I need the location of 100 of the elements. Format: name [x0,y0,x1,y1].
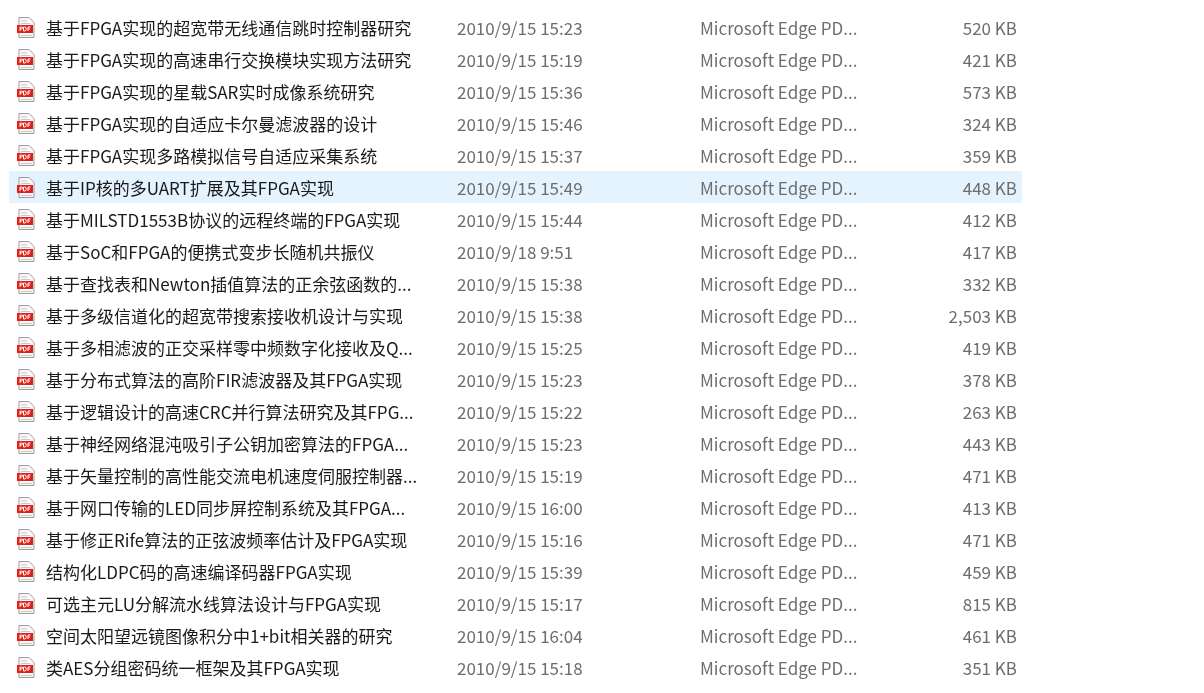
file-type: Microsoft Edge PD... [700,46,859,72]
file-size: 351 KB [961,654,1017,680]
file-size: 332 KB [961,270,1017,296]
file-size: 520 KB [961,14,1017,40]
file-size: 443 KB [961,430,1017,456]
file-type: Microsoft Edge PD... [700,334,859,360]
file-name[interactable]: 基于逻辑设计的高速CRC并行算法研究及其FPG... [46,398,457,424]
file-name[interactable]: 基于网口传输的LED同步屏控制系统及其FPGA... [46,494,457,520]
file-size: 573 KB [961,78,1017,104]
pdf-file-icon [17,176,36,198]
pdf-file-icon [17,112,36,134]
file-type: Microsoft Edge PD... [700,430,859,456]
file-size: 2,503 KB [947,302,1017,328]
file-size: 421 KB [961,46,1017,72]
file-type: Microsoft Edge PD... [700,494,859,520]
pdf-file-icon [17,208,36,230]
file-type: Microsoft Edge PD... [700,462,859,488]
file-size: 461 KB [961,622,1017,648]
date-modified: 2010/9/15 15:25 [457,334,584,360]
date-modified: 2010/9/15 15:22 [457,398,584,424]
date-modified: 2010/9/15 15:19 [457,46,584,72]
pdf-file-icon [17,16,36,38]
file-name[interactable]: 基于神经网络混沌吸引子公钥加密算法的FPGA... [46,430,457,456]
pdf-file-icon [17,464,36,486]
pdf-file-icon [17,240,36,262]
file-size: 815 KB [961,590,1017,616]
date-modified: 2010/9/15 15:18 [457,654,584,680]
pdf-file-icon [17,336,36,358]
date-modified: 2010/9/15 15:39 [457,558,584,584]
date-modified: 2010/9/15 15:38 [457,270,584,296]
date-modified: 2010/9/15 15:36 [457,78,584,104]
file-type: Microsoft Edge PD... [700,142,859,168]
pdf-file-icon [17,304,36,326]
file-name[interactable]: 基于多级信道化的超宽带搜索接收机设计与实现 [46,302,457,328]
file-size: 378 KB [961,366,1017,392]
pdf-file-icon [17,80,36,102]
file-name[interactable]: 基于FPGA实现的自适应卡尔曼滤波器的设计 [46,110,457,136]
file-type: Microsoft Edge PD... [700,398,859,424]
file-type: Microsoft Edge PD... [700,302,859,328]
file-name[interactable]: 结构化LDPC码的高速编译码器FPGA实现 [46,558,457,584]
file-type: Microsoft Edge PD... [700,654,859,680]
file-size: 471 KB [961,462,1017,488]
file-type: Microsoft Edge PD... [700,206,859,232]
date-modified: 2010/9/15 15:23 [457,14,584,40]
file-type: Microsoft Edge PD... [700,14,859,40]
file-name[interactable]: 空间太阳望远镜图像积分中1+bit相关器的研究 [46,622,457,648]
file-name[interactable]: 基于FPGA实现的星载SAR实时成像系统研究 [46,78,457,104]
pdf-file-icon [17,368,36,390]
pdf-file-icon [17,656,36,678]
file-size: 459 KB [961,558,1017,584]
highlighted-file-row[interactable]: 基于IP核的多UART扩展及其FPGA实现 2010/9/15 15:49 Microsoft Edge PD... 448 KB [9,171,1022,203]
date-modified: 2010/9/15 15:16 [457,526,584,552]
file-size: 413 KB [961,494,1017,520]
file-name[interactable]: 基于FPGA实现的超宽带无线通信跳时控制器研究 [46,14,457,40]
file-size: 359 KB [961,142,1017,168]
date-modified: 2010/9/15 15:23 [457,430,584,456]
file-size: 419 KB [961,334,1017,360]
file-name[interactable]: 基于FPGA实现多路模拟信号自适应采集系统 [46,142,457,168]
file-name[interactable]: 基于分布式算法的高阶FIR滤波器及其FPGA实现 [46,366,457,392]
date-modified: 2010/9/15 15:19 [457,462,584,488]
file-name[interactable]: 基于IP核的多UART扩展及其FPGA实现 [46,174,457,200]
file-name[interactable]: 类AES分组密码统一框架及其FPGA实现 [46,654,457,680]
file-name[interactable]: 基于SoC和FPGA的便携式变步长随机共振仪 [46,238,457,264]
file-name[interactable]: 基于MILSTD1553B协议的远程终端的FPGA实现 [46,206,457,232]
date-modified: 2010/9/15 15:49 [457,174,584,200]
file-name[interactable]: 基于多相滤波的正交采样零中频数字化接收及Q... [46,334,457,360]
file-size: 263 KB [961,398,1017,424]
date-modified: 2010/9/15 16:00 [457,494,584,520]
file-size: 471 KB [961,526,1017,552]
date-modified: 2010/9/15 15:46 [457,110,584,136]
file-type: Microsoft Edge PD... [700,238,859,264]
file-type: Microsoft Edge PD... [700,174,859,200]
pdf-file-icon [17,48,36,70]
file-type: Microsoft Edge PD... [700,558,859,584]
file-size: 412 KB [961,206,1017,232]
pdf-file-icon [17,144,36,166]
date-modified: 2010/9/15 15:17 [457,590,584,616]
pdf-file-icon [17,560,36,582]
file-size: 324 KB [961,110,1017,136]
file-name[interactable]: 基于矢量控制的高性能交流电机速度伺服控制器... [46,462,457,488]
file-name[interactable]: 基于查找表和Newton插值算法的正余弦函数的... [46,270,457,296]
date-modified: 2010/9/18 9:51 [457,238,575,264]
file-type: Microsoft Edge PD... [700,270,859,296]
file-size: 448 KB [961,174,1017,200]
date-modified: 2010/9/15 16:04 [457,622,584,648]
file-size: 417 KB [961,238,1017,264]
file-type: Microsoft Edge PD... [700,366,859,392]
file-type: Microsoft Edge PD... [700,590,859,616]
pdf-file-icon [17,432,36,454]
file-name[interactable]: 可选主元LU分解流水线算法设计与FPGA实现 [46,590,457,616]
date-modified: 2010/9/15 15:23 [457,366,584,392]
file-type: Microsoft Edge PD... [700,110,859,136]
pdf-file-icon [17,400,36,422]
pdf-file-icon [17,592,36,614]
file-name[interactable]: 基于修正Rife算法的正弦波频率估计及FPGA实现 [46,526,457,552]
date-modified: 2010/9/15 15:37 [457,142,584,168]
pdf-file-icon [17,496,36,518]
pdf-file-icon [17,528,36,550]
file-name[interactable]: 基于FPGA实现的高速串行交换模块实现方法研究 [46,46,457,72]
date-modified: 2010/9/15 15:38 [457,302,584,328]
